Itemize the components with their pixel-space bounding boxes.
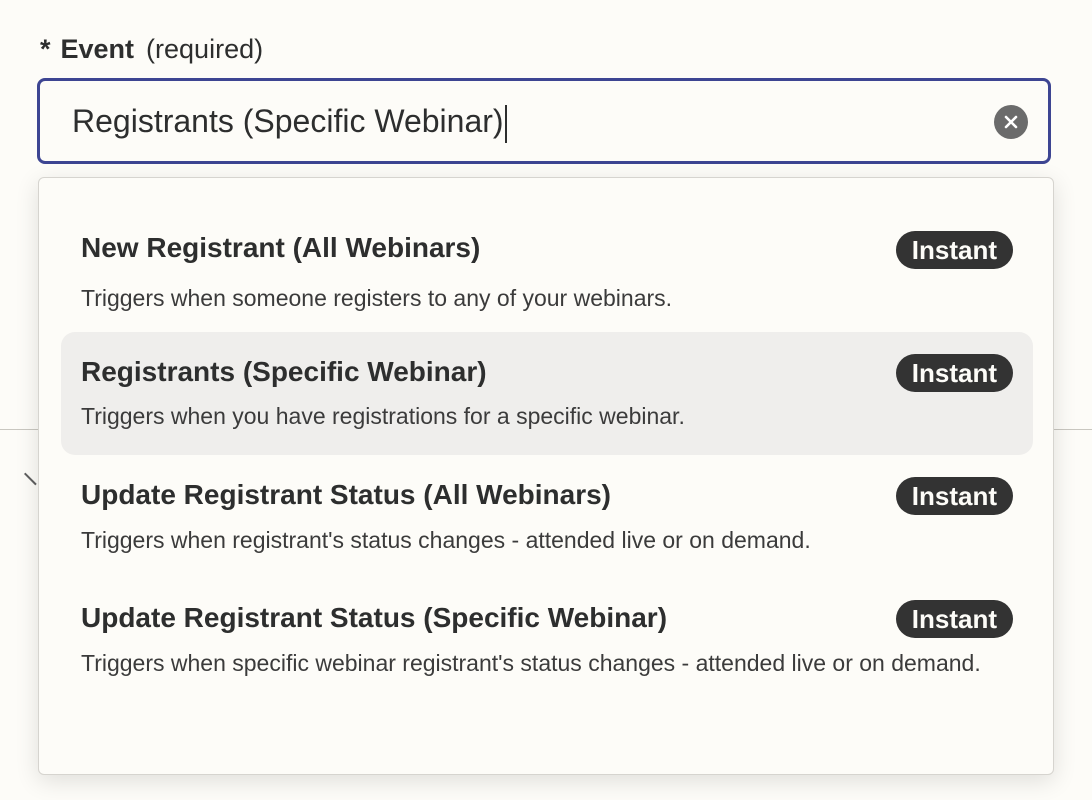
field-label-text: Event	[60, 34, 135, 64]
event-search-input[interactable]: Registrants (Specific Webinar)	[37, 78, 1051, 164]
option-description: Triggers when specific webinar registran…	[81, 650, 981, 676]
option-description: Triggers when registrant's status change…	[81, 527, 811, 553]
close-icon	[1004, 115, 1018, 129]
option-title: Registrants (Specific Webinar)	[81, 356, 487, 387]
option-registrants-specific-webinar[interactable]: Registrants (Specific Webinar) Instant T…	[61, 332, 1033, 455]
required-marker: *	[40, 34, 51, 64]
option-new-registrant-all-webinars[interactable]: New Registrant (All Webinars) Instant Tr…	[61, 215, 1033, 325]
instant-badge: Instant	[895, 600, 1013, 638]
text-caret	[504, 104, 507, 143]
clear-input-button[interactable]	[994, 105, 1028, 139]
option-title: Update Registrant Status (Specific Webin…	[81, 602, 668, 633]
event-input-value-wrap[interactable]: Registrants (Specific Webinar)	[72, 81, 507, 161]
option-update-registrant-status-specific-webinar[interactable]: Update Registrant Status (Specific Webin…	[61, 583, 1033, 743]
instant-badge: Instant	[895, 231, 1013, 269]
option-description: Triggers when you have registrations for…	[81, 403, 685, 429]
event-field-label: * Event (required)	[40, 32, 263, 66]
option-description: Triggers when someone registers to any o…	[81, 285, 673, 311]
page: * Event (required) Registrants (Specific…	[0, 0, 1092, 800]
option-title: New Registrant (All Webinars)	[81, 232, 481, 263]
option-title: Update Registrant Status (All Webinars)	[81, 479, 612, 510]
field-required-hint: (required)	[146, 34, 264, 64]
event-options-dropdown: New Registrant (All Webinars) Instant Tr…	[38, 177, 1054, 775]
instant-badge: Instant	[895, 354, 1013, 392]
instant-badge: Instant	[895, 477, 1013, 515]
option-update-registrant-status-all-webinars[interactable]: Update Registrant Status (All Webinars) …	[61, 460, 1033, 570]
event-input-value[interactable]: Registrants (Specific Webinar)	[72, 103, 504, 139]
